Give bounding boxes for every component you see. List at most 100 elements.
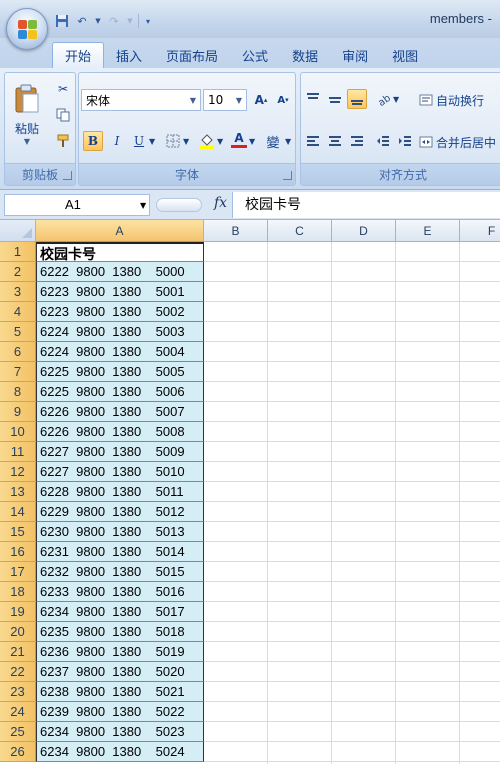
save-icon[interactable] xyxy=(54,13,70,29)
column-header-e[interactable]: E xyxy=(396,220,460,242)
orientation-dropdown-icon[interactable]: ▼ xyxy=(393,95,399,104)
align-bottom-icon[interactable] xyxy=(347,89,367,109)
tab-review[interactable]: 审阅 xyxy=(330,42,380,68)
card-number-cell[interactable]: 6231 9800 1380 5014 xyxy=(36,542,204,562)
underline-button[interactable]: U xyxy=(129,131,149,151)
card-number-cell[interactable]: 6224 9800 1380 5003 xyxy=(36,322,204,342)
card-number-cell[interactable]: 6232 9800 1380 5015 xyxy=(36,562,204,582)
row-header[interactable]: 4 xyxy=(0,302,36,322)
card-number-cell[interactable]: 6225 9800 1380 5006 xyxy=(36,382,204,402)
clipboard-dialog-launcher[interactable] xyxy=(63,171,72,180)
undo-dropdown-icon[interactable]: ▼ xyxy=(94,13,102,29)
row-header[interactable]: 14 xyxy=(0,502,36,522)
increase-indent-icon[interactable] xyxy=(395,131,415,151)
align-middle-icon[interactable] xyxy=(325,89,345,109)
paste-dropdown-icon[interactable]: ▼ xyxy=(24,137,30,146)
row-header[interactable]: 2 xyxy=(0,262,36,282)
align-center-icon[interactable] xyxy=(325,131,345,151)
row-header[interactable]: 24 xyxy=(0,702,36,722)
tab-insert[interactable]: 插入 xyxy=(104,42,154,68)
card-number-cell[interactable]: 6227 9800 1380 5009 xyxy=(36,442,204,462)
tab-home[interactable]: 开始 xyxy=(52,42,105,68)
card-number-cell[interactable]: 6227 9800 1380 5010 xyxy=(36,462,204,482)
phonetic-guide-button[interactable]: 變 xyxy=(263,131,283,151)
row-header[interactable]: 13 xyxy=(0,482,36,502)
row-header[interactable]: 12 xyxy=(0,462,36,482)
column-header-f[interactable]: F xyxy=(460,220,500,242)
row-header[interactable]: 7 xyxy=(0,362,36,382)
redo-icon[interactable]: ↷ xyxy=(106,13,122,29)
row-header[interactable]: 20 xyxy=(0,622,36,642)
card-number-cell[interactable]: 6223 9800 1380 5002 xyxy=(36,302,204,322)
bold-button[interactable]: B xyxy=(83,131,103,151)
card-number-cell[interactable]: 6235 9800 1380 5018 xyxy=(36,622,204,642)
row-header[interactable]: 25 xyxy=(0,722,36,742)
card-number-cell[interactable]: 6224 9800 1380 5004 xyxy=(36,342,204,362)
row-header[interactable]: 5 xyxy=(0,322,36,342)
select-all-corner[interactable] xyxy=(0,220,36,242)
card-number-cell[interactable]: 6223 9800 1380 5001 xyxy=(36,282,204,302)
orientation-icon[interactable]: ab xyxy=(373,89,393,109)
fill-color-button[interactable] xyxy=(197,131,217,151)
underline-dropdown-icon[interactable]: ▼ xyxy=(149,137,155,146)
fill-color-dropdown-icon[interactable]: ▼ xyxy=(217,137,223,146)
formula-bar-splitter[interactable] xyxy=(156,198,202,212)
row-header[interactable]: 26 xyxy=(0,742,36,762)
font-color-button[interactable]: A xyxy=(229,129,249,149)
row-header[interactable]: 16 xyxy=(0,542,36,562)
insert-function-icon[interactable]: fx xyxy=(214,195,227,211)
align-top-icon[interactable] xyxy=(303,89,323,109)
card-number-cell[interactable]: 6222 9800 1380 5000 xyxy=(36,262,204,282)
row-header[interactable]: 21 xyxy=(0,642,36,662)
customize-qat-icon[interactable]: ▾ xyxy=(143,13,153,29)
row-header[interactable]: 22 xyxy=(0,662,36,682)
row-header[interactable]: 9 xyxy=(0,402,36,422)
undo-icon[interactable]: ↶ xyxy=(74,13,90,29)
name-box-dropdown-icon[interactable]: ▼ xyxy=(140,201,146,210)
card-number-cell[interactable]: 6228 9800 1380 5011 xyxy=(36,482,204,502)
card-number-cell[interactable]: 6233 9800 1380 5016 xyxy=(36,582,204,602)
card-number-cell[interactable]: 6238 9800 1380 5021 xyxy=(36,682,204,702)
row-header[interactable]: 8 xyxy=(0,382,36,402)
card-number-cell[interactable]: 6225 9800 1380 5005 xyxy=(36,362,204,382)
row-header[interactable]: 19 xyxy=(0,602,36,622)
row-header[interactable]: 1 xyxy=(0,242,36,262)
font-dialog-launcher[interactable] xyxy=(283,171,292,180)
card-number-cell[interactable]: 6234 9800 1380 5023 xyxy=(36,722,204,742)
card-number-cell[interactable]: 6234 9800 1380 5024 xyxy=(36,742,204,762)
name-box[interactable]: A1 xyxy=(4,194,150,216)
cell-a1-header[interactable]: 校园卡号 xyxy=(36,242,204,262)
column-header-a[interactable]: A xyxy=(36,220,204,242)
align-right-icon[interactable] xyxy=(347,131,367,151)
align-left-icon[interactable] xyxy=(303,131,323,151)
row-header[interactable]: 10 xyxy=(0,422,36,442)
row-header[interactable]: 17 xyxy=(0,562,36,582)
card-number-cell[interactable]: 6226 9800 1380 5008 xyxy=(36,422,204,442)
card-number-cell[interactable]: 6236 9800 1380 5019 xyxy=(36,642,204,662)
worksheet-grid[interactable]: A B C D E F 1 校园卡号 2 6222 9800 1380 5000 3 6223 980… xyxy=(0,220,500,764)
card-number-cell[interactable]: 6237 9800 1380 5020 xyxy=(36,662,204,682)
formula-input[interactable]: 校园卡号 xyxy=(232,192,500,218)
column-header-c[interactable]: C xyxy=(268,220,332,242)
phonetic-dropdown-icon[interactable]: ▼ xyxy=(285,137,291,146)
shrink-font-button[interactable]: A ▾ xyxy=(273,90,293,110)
italic-button[interactable]: I xyxy=(107,131,127,151)
font-color-dropdown-icon[interactable]: ▼ xyxy=(249,137,255,146)
decrease-indent-icon[interactable] xyxy=(373,131,393,151)
card-number-cell[interactable]: 6229 9800 1380 5012 xyxy=(36,502,204,522)
grow-font-button[interactable]: A ▴ xyxy=(251,90,271,110)
column-header-d[interactable]: D xyxy=(332,220,396,242)
copy-icon[interactable] xyxy=(53,105,73,125)
cut-icon[interactable]: ✂ xyxy=(53,79,73,99)
font-name-select[interactable]: 宋体 ▼ xyxy=(81,89,201,111)
wrap-text-button[interactable]: 自动换行 xyxy=(419,89,484,111)
format-painter-icon[interactable] xyxy=(53,131,73,151)
card-number-cell[interactable]: 6239 9800 1380 5022 xyxy=(36,702,204,722)
office-button[interactable] xyxy=(6,8,48,50)
tab-page-layout[interactable]: 页面布局 xyxy=(154,42,230,68)
borders-dropdown-icon[interactable]: ▼ xyxy=(183,137,189,146)
tab-view[interactable]: 视图 xyxy=(380,42,430,68)
paste-button[interactable]: 粘贴 ▼ xyxy=(9,79,45,151)
card-number-cell[interactable]: 6230 9800 1380 5013 xyxy=(36,522,204,542)
row-header[interactable]: 15 xyxy=(0,522,36,542)
